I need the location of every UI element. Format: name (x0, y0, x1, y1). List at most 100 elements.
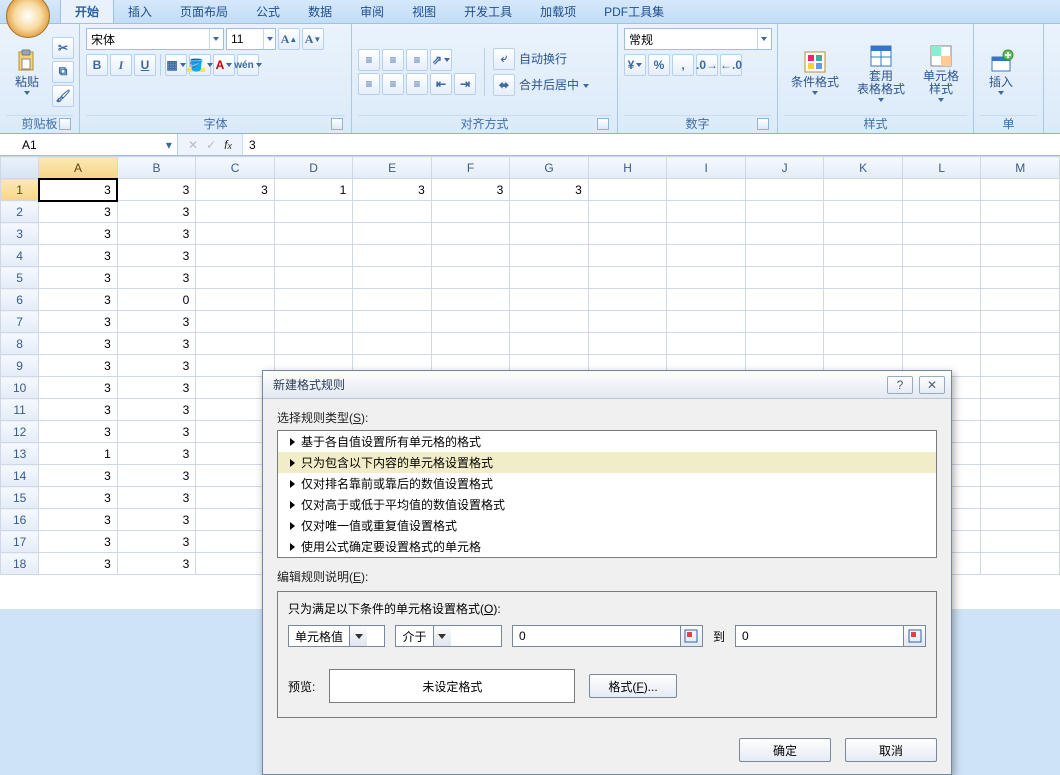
cell[interactable]: 3 (39, 487, 118, 509)
cell[interactable]: 3 (117, 377, 196, 399)
cell[interactable] (431, 223, 510, 245)
cell[interactable] (588, 289, 667, 311)
col-header[interactable]: G (510, 157, 589, 179)
shrink-font-button[interactable]: A▼ (302, 28, 324, 50)
cell[interactable] (274, 201, 353, 223)
cell[interactable] (510, 289, 589, 311)
cell[interactable]: 0 (117, 289, 196, 311)
cell[interactable]: 3 (196, 179, 275, 201)
inc-decimal-button[interactable]: .0→ (696, 54, 718, 76)
cell[interactable]: 3 (117, 443, 196, 465)
row-header[interactable]: 18 (1, 553, 39, 575)
cell[interactable] (588, 311, 667, 333)
cell[interactable] (981, 377, 1060, 399)
cell[interactable]: 3 (117, 355, 196, 377)
comma-button[interactable]: , (672, 54, 694, 76)
chevron-down-icon[interactable] (209, 29, 223, 49)
cell[interactable] (667, 289, 746, 311)
align-middle-button[interactable]: ≡ (382, 49, 404, 71)
col-header[interactable]: I (667, 157, 746, 179)
col-header[interactable]: J (745, 157, 824, 179)
cell[interactable] (981, 553, 1060, 575)
cell[interactable] (353, 245, 432, 267)
enter-icon[interactable]: ✓ (206, 138, 216, 152)
cell[interactable] (745, 311, 824, 333)
cell[interactable] (902, 245, 981, 267)
rule-type-list[interactable]: 基于各自值设置所有单元格的格式只为包含以下内容的单元格设置格式仅对排名靠前或靠后… (277, 430, 937, 558)
row-header[interactable]: 7 (1, 311, 39, 333)
row-header[interactable]: 17 (1, 531, 39, 553)
tab-1[interactable]: 插入 (114, 0, 166, 23)
col-header[interactable]: D (274, 157, 353, 179)
cell[interactable]: 3 (39, 399, 118, 421)
row-header[interactable]: 1 (1, 179, 39, 201)
cell[interactable] (667, 267, 746, 289)
cell[interactable]: 3 (39, 201, 118, 223)
to-value-input[interactable] (736, 626, 903, 646)
align-left-button[interactable]: ≡ (358, 73, 380, 95)
row-header[interactable]: 15 (1, 487, 39, 509)
cell[interactable]: 3 (117, 421, 196, 443)
align-bottom-button[interactable]: ≡ (406, 49, 428, 71)
col-header[interactable]: F (431, 157, 510, 179)
cell[interactable] (588, 201, 667, 223)
cell[interactable]: 3 (39, 421, 118, 443)
cell[interactable] (824, 267, 903, 289)
cell[interactable]: 1 (39, 443, 118, 465)
select-all-corner[interactable] (1, 157, 39, 179)
cell[interactable] (824, 289, 903, 311)
cell[interactable] (588, 267, 667, 289)
font-size-combo[interactable] (226, 28, 276, 50)
align-right-button[interactable]: ≡ (406, 73, 428, 95)
cell[interactable] (981, 465, 1060, 487)
cell[interactable] (353, 289, 432, 311)
cell[interactable] (745, 179, 824, 201)
row-header[interactable]: 12 (1, 421, 39, 443)
chevron-down-icon[interactable]: ▾ (161, 138, 177, 152)
from-value-field[interactable] (512, 625, 703, 647)
cell[interactable]: 3 (117, 245, 196, 267)
cell[interactable] (745, 245, 824, 267)
formula-input[interactable] (243, 134, 1060, 155)
cell[interactable]: 3 (39, 465, 118, 487)
col-header[interactable]: C (196, 157, 275, 179)
wrap-text-button[interactable]: ⤶ (493, 48, 515, 70)
cell[interactable] (745, 267, 824, 289)
operator-combo[interactable]: 介于 (395, 625, 502, 647)
cell[interactable]: 3 (117, 333, 196, 355)
cell[interactable]: 3 (117, 531, 196, 553)
format-painter-button[interactable]: 🖌 (52, 85, 74, 107)
cell[interactable]: 3 (117, 465, 196, 487)
row-header[interactable]: 11 (1, 399, 39, 421)
cell[interactable] (510, 333, 589, 355)
name-box[interactable]: ▾ (0, 134, 178, 155)
cell[interactable] (431, 245, 510, 267)
cell[interactable] (824, 333, 903, 355)
chevron-down-icon[interactable] (757, 29, 771, 49)
tab-6[interactable]: 视图 (398, 0, 450, 23)
cell[interactable] (431, 311, 510, 333)
col-header[interactable]: A (39, 157, 118, 179)
rule-type-item[interactable]: 仅对高于或低于平均值的数值设置格式 (278, 494, 936, 515)
cell[interactable] (274, 333, 353, 355)
close-button[interactable]: ✕ (919, 376, 945, 394)
font-name-input[interactable] (87, 32, 209, 46)
rule-type-item[interactable]: 只为包含以下内容的单元格设置格式 (278, 452, 936, 473)
cell[interactable]: 3 (117, 201, 196, 223)
cell[interactable] (196, 333, 275, 355)
cancel-button[interactable]: 取消 (845, 738, 937, 762)
tab-2[interactable]: 页面布局 (166, 0, 242, 23)
font-color-button[interactable]: A (213, 54, 235, 76)
cell[interactable]: 3 (39, 333, 118, 355)
cell[interactable] (824, 223, 903, 245)
cell[interactable] (981, 311, 1060, 333)
cell[interactable]: 3 (117, 311, 196, 333)
cell[interactable] (902, 333, 981, 355)
cell[interactable] (667, 311, 746, 333)
cell[interactable]: 3 (117, 509, 196, 531)
cell[interactable]: 3 (117, 487, 196, 509)
cell[interactable] (981, 245, 1060, 267)
cell[interactable] (824, 245, 903, 267)
cell[interactable]: 3 (39, 179, 118, 201)
cell[interactable] (588, 223, 667, 245)
